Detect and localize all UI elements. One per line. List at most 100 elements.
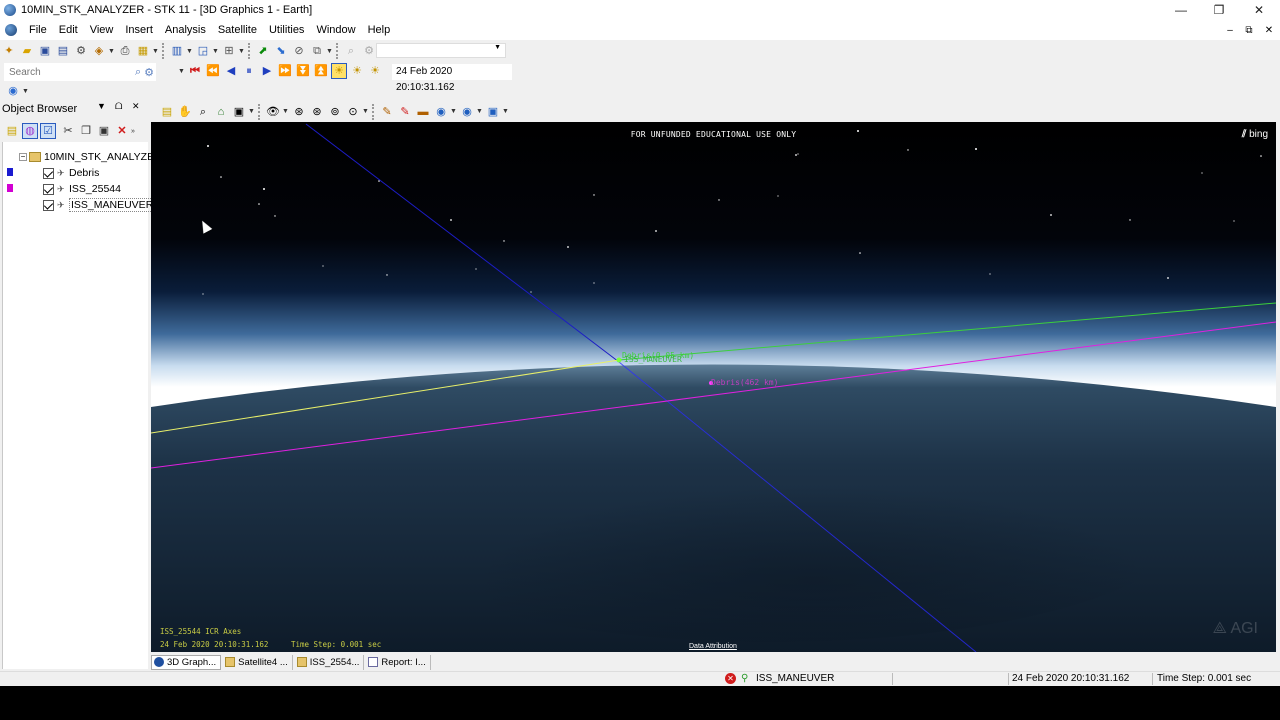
color-wheel-icon[interactable]: ◍	[22, 123, 38, 139]
view-from-to-icon[interactable]: 👁	[265, 104, 281, 120]
minimize-button[interactable]: —	[1162, 0, 1200, 20]
step-mode-icon[interactable]: ☀	[367, 63, 383, 79]
data-attribution-link[interactable]: Data Attribution	[689, 643, 737, 650]
error-icon[interactable]: ✕	[725, 673, 736, 684]
chevron-down-icon[interactable]: ▼	[152, 48, 159, 55]
tab-3d-graphics[interactable]: 3D Graph...	[151, 654, 222, 670]
zoom-icon[interactable]: ⌕	[195, 104, 211, 120]
menu-file[interactable]: File	[23, 20, 53, 40]
analysis-icon[interactable]: ⊞	[221, 43, 237, 59]
delete-icon[interactable]: ✕	[114, 123, 130, 139]
chevron-down-icon[interactable]: ▼	[186, 48, 193, 55]
access-icon[interactable]: ⬈	[255, 43, 271, 59]
chevron-down-icon[interactable]: ▼	[212, 48, 219, 55]
menu-insert[interactable]: Insert	[119, 20, 159, 40]
increase-step-icon[interactable]: ⏫	[313, 63, 329, 79]
step-back-icon[interactable]: ⏪	[205, 63, 221, 79]
menu-window[interactable]: Window	[310, 20, 361, 40]
orbit-system-3-icon[interactable]: ⊚	[327, 104, 343, 120]
mdi-minimize-button[interactable]: –	[1220, 20, 1240, 40]
tree-item-debris[interactable]: ✈ Debris	[43, 165, 99, 181]
chevron-down-icon[interactable]: ▼	[178, 68, 185, 75]
debris-checkbox[interactable]	[43, 167, 54, 179]
menu-utilities[interactable]: Utilities	[263, 20, 310, 40]
close-icon[interactable]: ✕	[132, 101, 140, 112]
play-backward-icon[interactable]: ◀	[223, 63, 239, 79]
measure-icon[interactable]: ⊙	[345, 104, 361, 120]
menu-view[interactable]: View	[84, 20, 120, 40]
reset-animation-icon[interactable]: ⏮	[187, 63, 203, 79]
link-icon[interactable]: ⊘	[291, 43, 307, 59]
search-field[interactable]: ⌕ ⚙	[4, 63, 156, 81]
earth-icon[interactable]: ◉	[433, 104, 449, 120]
open-folder-icon[interactable]: ▰	[19, 43, 35, 59]
tree-root-scenario[interactable]: − 10MIN_STK_ANALYZER	[19, 149, 162, 165]
graph-icon[interactable]: ◲	[195, 43, 211, 59]
insert-object-icon[interactable]: ◈	[91, 43, 107, 59]
more-options-icon[interactable]: »	[131, 128, 137, 135]
tab-satellite4[interactable]: Satellite4 ...	[223, 654, 293, 670]
iss-25544-checkbox[interactable]	[43, 183, 54, 195]
save-icon[interactable]: ▣	[37, 43, 53, 59]
play-forward-icon[interactable]: ▶	[259, 63, 275, 79]
chevron-down-icon[interactable]: ▼	[450, 108, 457, 115]
deck-access-icon[interactable]: ⧉	[309, 43, 325, 59]
save-all-icon[interactable]: ▤	[55, 43, 71, 59]
tree-item-iss-25544[interactable]: ✈ ISS_25544	[43, 181, 121, 197]
chevron-down-icon[interactable]: ▼	[282, 108, 289, 115]
globe-icon[interactable]: ◉	[5, 83, 21, 99]
toolbar-grip[interactable]	[372, 103, 376, 120]
decrease-step-icon[interactable]: ⏬	[295, 63, 311, 79]
step-forward-icon[interactable]: ⏩	[277, 63, 293, 79]
pencil-red-icon[interactable]: ✎	[397, 104, 413, 120]
collapse-icon[interactable]: −	[19, 153, 27, 161]
print-icon[interactable]: ⎙	[117, 43, 133, 59]
mdi-close-button[interactable]: ✕	[1259, 20, 1279, 40]
close-button[interactable]: ✕	[1240, 0, 1278, 20]
menu-help[interactable]: Help	[362, 20, 397, 40]
iss-maneuver-checkbox[interactable]	[43, 199, 54, 211]
orbit-system-2-icon[interactable]: ⊛	[309, 104, 325, 120]
chevron-down-icon[interactable]: ▼	[362, 108, 369, 115]
pan-hand-icon[interactable]: ✋	[177, 104, 193, 120]
menu-satellite[interactable]: Satellite	[212, 20, 263, 40]
menu-analysis[interactable]: Analysis	[159, 20, 212, 40]
properties-icon[interactable]: ⚙	[73, 43, 89, 59]
chevron-down-icon[interactable]: ▼	[476, 108, 483, 115]
toolbar-grip[interactable]	[162, 43, 166, 59]
chain-icon[interactable]: ⬊	[273, 43, 289, 59]
chevron-down-icon[interactable]: ▼	[97, 101, 106, 111]
paste-icon[interactable]: ▣	[96, 123, 112, 139]
orbit-system-icon[interactable]: ⊛	[291, 104, 307, 120]
search-options-icon[interactable]: ⚙	[144, 66, 154, 79]
chevron-down-icon[interactable]: ▼	[238, 48, 245, 55]
x-realtime-icon[interactable]: ☀	[349, 63, 365, 79]
report-icon[interactable]: ▦	[135, 43, 151, 59]
chevron-down-icon[interactable]: ▼	[248, 108, 255, 115]
document-globe-icon[interactable]	[5, 24, 17, 36]
new-scenario-icon[interactable]: ✦	[1, 43, 17, 59]
tab-report[interactable]: Report: I...	[366, 654, 431, 670]
menu-edit[interactable]: Edit	[53, 20, 84, 40]
toolbar-grip[interactable]	[248, 43, 252, 59]
search-input[interactable]	[5, 66, 135, 78]
realtime-icon[interactable]: ☀	[331, 63, 347, 79]
chevron-down-icon[interactable]: ▼	[22, 88, 29, 95]
pencil-icon[interactable]: ✎	[379, 104, 395, 120]
iss-maneuver-marker[interactable]	[616, 357, 622, 363]
mdi-restore-button[interactable]: ⧉	[1239, 20, 1259, 40]
tree-item-iss-maneuver[interactable]: ✈ ISS_MANEUVER	[43, 197, 156, 213]
animation-time-field[interactable]: 24 Feb 2020 20:10:31.162	[392, 64, 512, 93]
tab-iss-25544[interactable]: ISS_2554...	[295, 654, 365, 670]
scenario-selector[interactable]: ▼	[376, 43, 506, 58]
chevron-down-icon[interactable]: ▼	[108, 48, 115, 55]
cut-icon[interactable]: ✂	[60, 123, 76, 139]
new-window-icon[interactable]: ▥	[169, 43, 185, 59]
home-view-icon[interactable]: ⌂	[213, 104, 229, 120]
chevron-down-icon[interactable]: ▼	[326, 48, 333, 55]
ruler-icon[interactable]: ▬	[415, 104, 431, 120]
toolbar-grip[interactable]	[336, 43, 340, 59]
restore-button[interactable]: ❐	[1200, 0, 1238, 20]
copy-icon[interactable]: ❐	[78, 123, 94, 139]
search-icon[interactable]: ⌕	[135, 66, 141, 79]
